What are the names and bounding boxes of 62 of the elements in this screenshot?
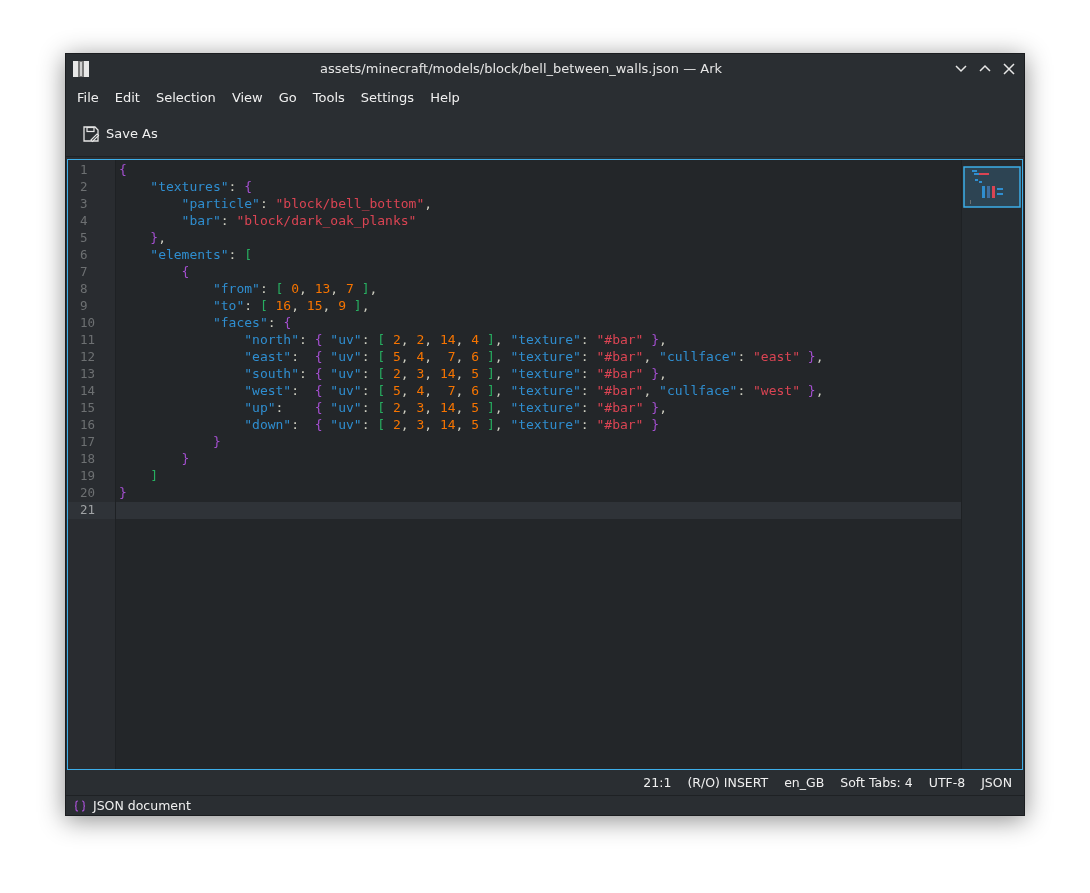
line-number: 5	[79, 230, 89, 247]
code-line: "down": { "uv": [ 2, 3, 14, 5 ], "texture": "#bar" }	[243, 417, 660, 434]
code-line: "up": { "uv": [ 2, 3, 14, 5 ], "texture": "#bar" },	[243, 400, 667, 417]
save-icon	[82, 124, 100, 143]
code-line: {	[180, 264, 190, 281]
code-line: "north": { "uv": [ 2, 2, 14, 4 ], "texture": "#bar" },	[243, 332, 667, 349]
menu-item[interactable]: View	[223, 89, 271, 105]
code-line: "west": { "uv": [ 5, 4, 7, 6 ], "texture": "#bar", "cullface": "west" },	[243, 383, 824, 400]
code-line: "elements": [	[149, 247, 253, 264]
code-line: "particle": "block/bell_bottom",	[180, 196, 433, 213]
menu-item[interactable]: Help	[422, 89, 468, 105]
line-number: 7	[79, 264, 89, 281]
line-number: 3	[79, 196, 89, 213]
line-number: 14	[79, 383, 97, 400]
menu-item[interactable]: Edit	[106, 89, 148, 105]
code-line: "faces": {	[211, 315, 292, 332]
line-number: 6	[79, 247, 89, 264]
line-number: 1	[79, 162, 89, 179]
line-number: 10	[79, 315, 97, 332]
line-number: 19	[79, 468, 97, 485]
line-number: 9	[79, 298, 89, 315]
menu-item[interactable]: Tools	[304, 89, 353, 105]
code-line: "bar": "block/dark_oak_planks"	[180, 213, 417, 230]
code-line: {	[118, 162, 127, 179]
line-number: 15	[79, 400, 97, 417]
status-item[interactable]: en_GB	[776, 775, 833, 790]
menu-item[interactable]: File	[69, 89, 107, 105]
menu-item[interactable]: Settings	[352, 89, 423, 105]
braces-icon	[73, 798, 87, 813]
line-number: 16	[79, 417, 97, 434]
line-number: 11	[79, 332, 97, 349]
line-number: 21	[68, 502, 115, 519]
menu-item[interactable]: Go	[270, 89, 305, 105]
line-number: 13	[79, 366, 97, 383]
menu-item[interactable]: Selection	[147, 89, 224, 105]
code-line: "from": [ 0, 13, 7 ],	[211, 281, 378, 298]
status-item[interactable]: 21:1	[635, 775, 680, 790]
code-line: "south": { "uv": [ 2, 3, 14, 5 ], "texture": "#bar" },	[243, 366, 667, 383]
status-item[interactable]: (R/O) INSERT	[679, 775, 777, 790]
minimap-drawing[interactable]	[963, 166, 1021, 208]
line-number: 17	[79, 434, 97, 451]
code-line: }	[180, 451, 190, 468]
document-type-label: JSON document	[93, 798, 191, 813]
line-number: 12	[79, 349, 97, 366]
code-line: "textures": {	[149, 179, 253, 196]
code-line: "east": { "uv": [ 5, 4, 7, 6 ], "texture": "#bar", "cullface": "east" },	[243, 349, 824, 366]
status-item[interactable]: UTF-8	[920, 775, 974, 790]
line-number: 18	[79, 451, 97, 468]
code-line: ]	[149, 468, 159, 485]
window-title: assets/minecraft/models/block/bell_between_walls.json — Ark	[318, 61, 724, 76]
code-line: },	[149, 230, 166, 247]
code-line: }	[211, 434, 221, 451]
line-number: 4	[79, 213, 89, 230]
code-line: "to": [ 16, 15, 9 ],	[211, 298, 370, 315]
line-number: 20	[79, 485, 97, 502]
code-line: }	[118, 485, 127, 502]
status-item[interactable]: JSON	[973, 775, 1020, 790]
app-icon	[72, 59, 90, 78]
line-number: 2	[79, 179, 89, 196]
status-item[interactable]: Soft Tabs: 4	[832, 775, 921, 790]
line-number: 8	[79, 281, 89, 298]
save-as-button[interactable]: Save As	[76, 120, 164, 147]
